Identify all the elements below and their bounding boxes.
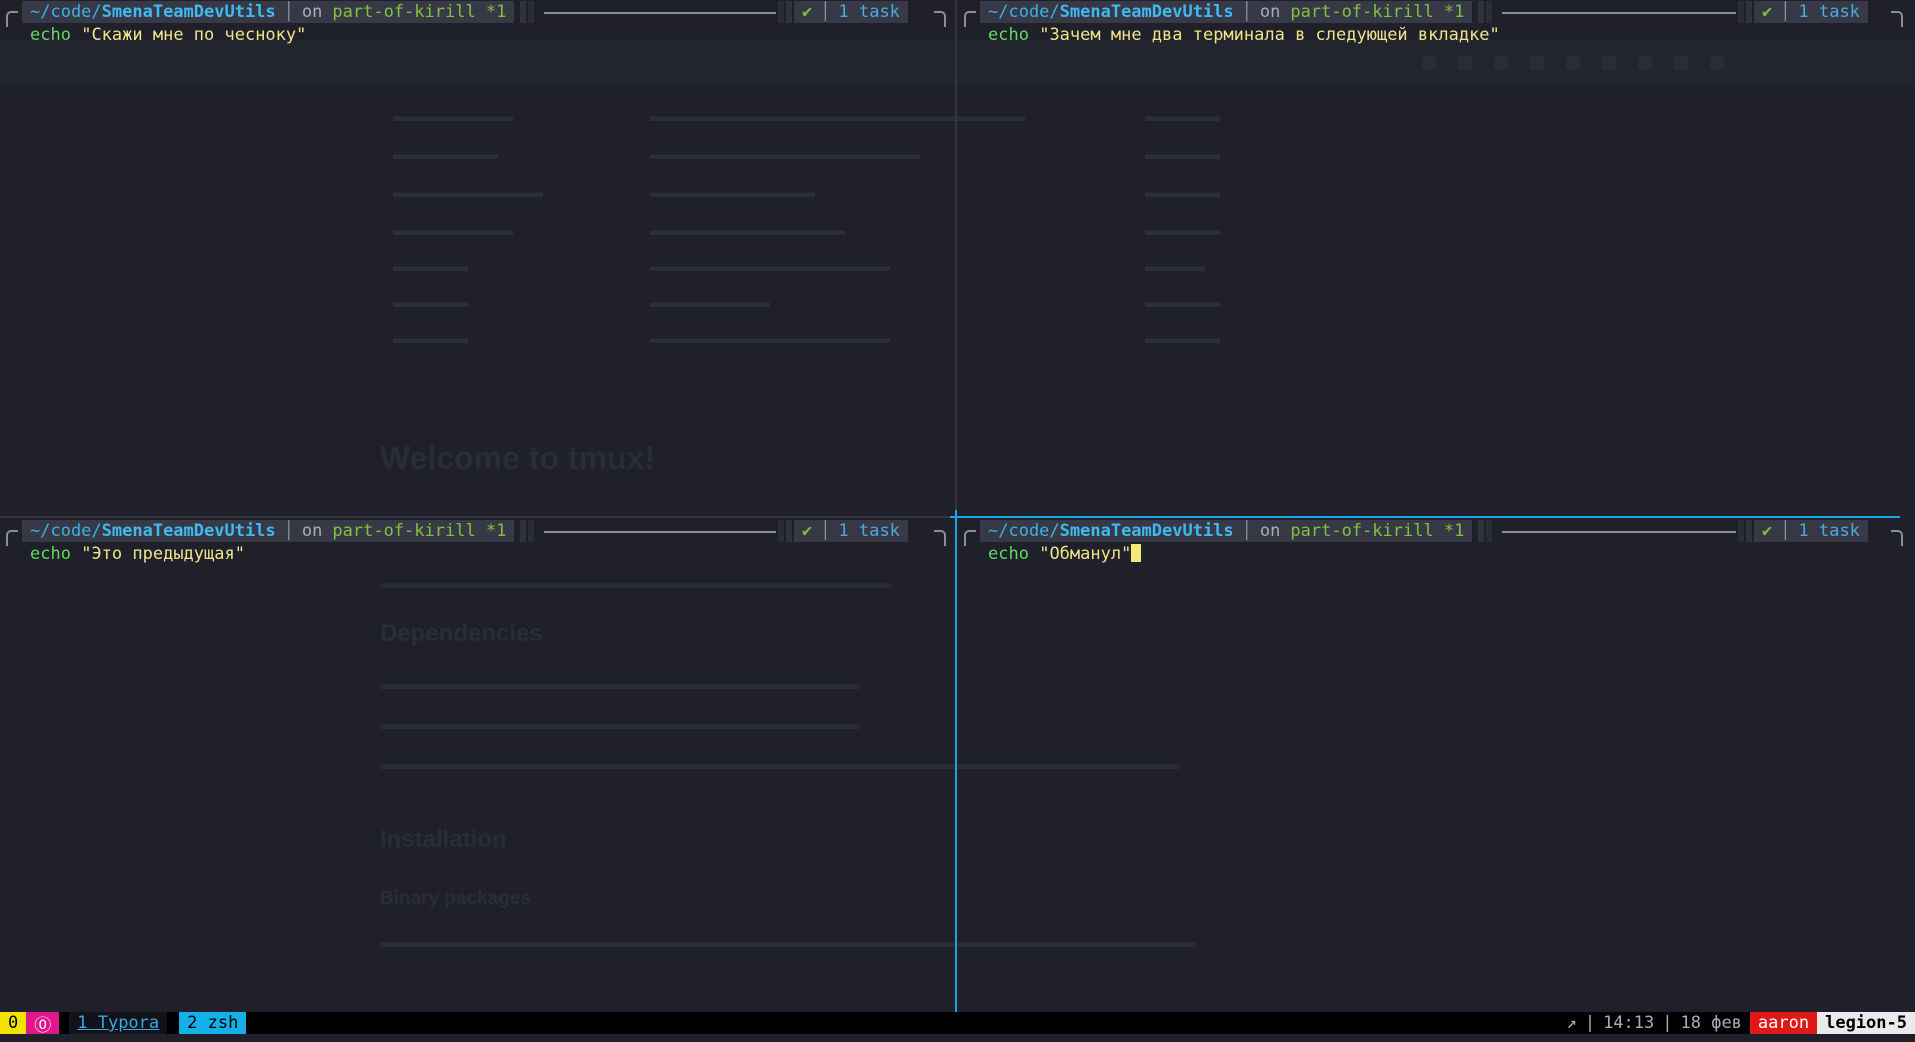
window-tab-typora[interactable]: 1 Typora bbox=[69, 1012, 168, 1034]
prompt-path-segment: ~/code/SmenaTeamDevUtils │ on part-of-kiril… bbox=[980, 520, 1473, 542]
status-host: legion-5 bbox=[1817, 1012, 1915, 1034]
prompt-separator: │ bbox=[283, 2, 294, 22]
dir-name: SmenaTeamDevUtils bbox=[1059, 521, 1234, 541]
command-argument: "Зачем мне два терминала в следующей вкл… bbox=[1039, 25, 1500, 45]
command-line[interactable]: echo "Обманул" bbox=[988, 544, 1142, 564]
prompt-separator: │ bbox=[820, 2, 831, 22]
task-count: 1 task bbox=[1798, 521, 1860, 541]
prompt-bracket-left bbox=[6, 530, 18, 546]
prompt-fill-line bbox=[544, 12, 776, 14]
prompt-fill-line bbox=[1502, 531, 1736, 533]
task-count: 1 task bbox=[838, 2, 900, 22]
command-line[interactable]: echo "Скажи мне по чесноку" bbox=[30, 25, 306, 45]
terminal-pane-bottom-right[interactable]: ~/code/SmenaTeamDevUtils │ on part-of-kiril… bbox=[958, 519, 1915, 1012]
check-icon: ✔ bbox=[802, 2, 813, 22]
dir-prefix: ~/code/ bbox=[988, 521, 1060, 541]
window-tab-zsh[interactable]: 2 zsh bbox=[179, 1012, 247, 1034]
command-keyword: echo bbox=[988, 544, 1029, 564]
shell-prompt: ~/code/SmenaTeamDevUtils │ on part-of-kiril… bbox=[964, 519, 1903, 546]
prompt-status-segment: ✔ │ 1 task bbox=[1754, 1, 1868, 23]
prompt-bracket-right bbox=[1891, 530, 1903, 546]
terminal-pane-bottom-left[interactable]: ~/code/SmenaTeamDevUtils │ on part-of-kiril… bbox=[0, 519, 954, 1012]
dir-prefix: ~/code/ bbox=[30, 521, 102, 541]
command-argument: "Скажи мне по чесноку" bbox=[81, 25, 307, 45]
dir-name: SmenaTeamDevUtils bbox=[101, 521, 276, 541]
prompt-status-segment: ✔ │ 1 task bbox=[1754, 520, 1868, 542]
text-cursor bbox=[1131, 544, 1142, 562]
git-branch: part-of-kirill *1 bbox=[1290, 521, 1465, 541]
bottom-edge bbox=[0, 1034, 1915, 1042]
prompt-bracket-right bbox=[934, 530, 946, 546]
command-line[interactable]: echo "Это предыдущая" bbox=[30, 544, 245, 564]
terminal-screen: ▬▬▬▬▬▬▬▬ ▬▬▬▬▬▬▬▬▬▬▬▬▬▬▬▬▬▬▬▬▬▬▬▬▬ ▬▬▬▬▬ ▬… bbox=[0, 0, 1915, 1042]
prompt-fill-line bbox=[544, 531, 776, 533]
command-keyword: echo bbox=[30, 25, 71, 45]
pane-divider-vertical-bottom[interactable] bbox=[955, 510, 957, 1012]
command-argument: "Это предыдущая" bbox=[81, 544, 245, 564]
git-branch: part-of-kirill *1 bbox=[1290, 2, 1465, 22]
status-separator: | bbox=[1584, 1013, 1596, 1033]
prompt-bracket-left bbox=[964, 530, 976, 546]
zoom-icon: ⓪ bbox=[26, 1012, 60, 1036]
prompt-bracket-left bbox=[6, 11, 18, 27]
shell-prompt: ~/code/SmenaTeamDevUtils │ on part-of-kiril… bbox=[6, 0, 946, 27]
git-on-label: on bbox=[301, 2, 323, 22]
terminal-pane-top-left[interactable]: ~/code/SmenaTeamDevUtils │ on part-of-kiril… bbox=[0, 0, 954, 515]
git-branch: part-of-kirill *1 bbox=[332, 521, 507, 541]
git-on-label: on bbox=[1259, 521, 1281, 541]
prompt-separator: │ bbox=[1241, 521, 1252, 541]
check-icon: ✔ bbox=[1762, 2, 1773, 22]
pane-divider-vertical-top[interactable] bbox=[955, 0, 957, 515]
prompt-bracket-left bbox=[964, 11, 976, 27]
command-argument: "Обманул" bbox=[1039, 544, 1132, 564]
check-icon: ✔ bbox=[802, 521, 813, 541]
git-on-label: on bbox=[1259, 2, 1281, 22]
git-on-label: on bbox=[301, 521, 323, 541]
status-user: aaron bbox=[1749, 1012, 1818, 1034]
prompt-bracket-right bbox=[1891, 11, 1903, 27]
arrow-icon: ↗ bbox=[1566, 1013, 1577, 1033]
prompt-path-segment: ~/code/SmenaTeamDevUtils │ on part-of-kiril… bbox=[22, 1, 515, 23]
status-time: 14:13 bbox=[1603, 1013, 1655, 1033]
task-count: 1 task bbox=[1798, 2, 1860, 22]
command-keyword: echo bbox=[988, 25, 1029, 45]
command-keyword: echo bbox=[30, 544, 71, 564]
command-line[interactable]: echo "Зачем мне два терминала в следующе… bbox=[988, 25, 1500, 45]
dir-name: SmenaTeamDevUtils bbox=[101, 2, 276, 22]
prompt-separator: │ bbox=[1780, 521, 1791, 541]
dir-prefix: ~/code/ bbox=[988, 2, 1060, 22]
prompt-fill-line bbox=[1502, 12, 1736, 14]
prompt-separator: │ bbox=[1241, 2, 1252, 22]
git-branch: part-of-kirill *1 bbox=[332, 2, 507, 22]
status-date: 18 фев bbox=[1680, 1013, 1742, 1033]
terminal-pane-top-right[interactable]: ~/code/SmenaTeamDevUtils │ on part-of-kiril… bbox=[958, 0, 1915, 515]
dir-name: SmenaTeamDevUtils bbox=[1059, 2, 1234, 22]
prompt-path-segment: ~/code/SmenaTeamDevUtils │ on part-of-kiril… bbox=[980, 1, 1473, 23]
task-count: 1 task bbox=[838, 521, 900, 541]
shell-prompt: ~/code/SmenaTeamDevUtils │ on part-of-kiril… bbox=[6, 519, 946, 546]
prompt-path-segment: ~/code/SmenaTeamDevUtils │ on part-of-kiril… bbox=[22, 520, 515, 542]
session-indicator[interactable]: 0 bbox=[0, 1012, 27, 1034]
pane-divider-horizontal-left[interactable] bbox=[0, 516, 954, 518]
prompt-separator: │ bbox=[1780, 2, 1791, 22]
prompt-separator: │ bbox=[283, 521, 294, 541]
dir-prefix: ~/code/ bbox=[30, 2, 102, 22]
shell-prompt: ~/code/SmenaTeamDevUtils │ on part-of-kiril… bbox=[964, 0, 1903, 27]
prompt-status-segment: ✔ │ 1 task bbox=[794, 1, 908, 23]
status-separator: | bbox=[1662, 1013, 1673, 1033]
pane-divider-horizontal-right[interactable] bbox=[950, 516, 1900, 518]
tmux-status-bar: 0 ⓪ 1 Typora 2 zsh ↗ | 14:13 | 18 фев aa… bbox=[0, 1012, 1915, 1036]
prompt-bracket-right bbox=[934, 11, 946, 27]
prompt-status-segment: ✔ │ 1 task bbox=[794, 520, 908, 542]
prompt-separator: │ bbox=[820, 521, 831, 541]
check-icon: ✔ bbox=[1762, 521, 1773, 541]
